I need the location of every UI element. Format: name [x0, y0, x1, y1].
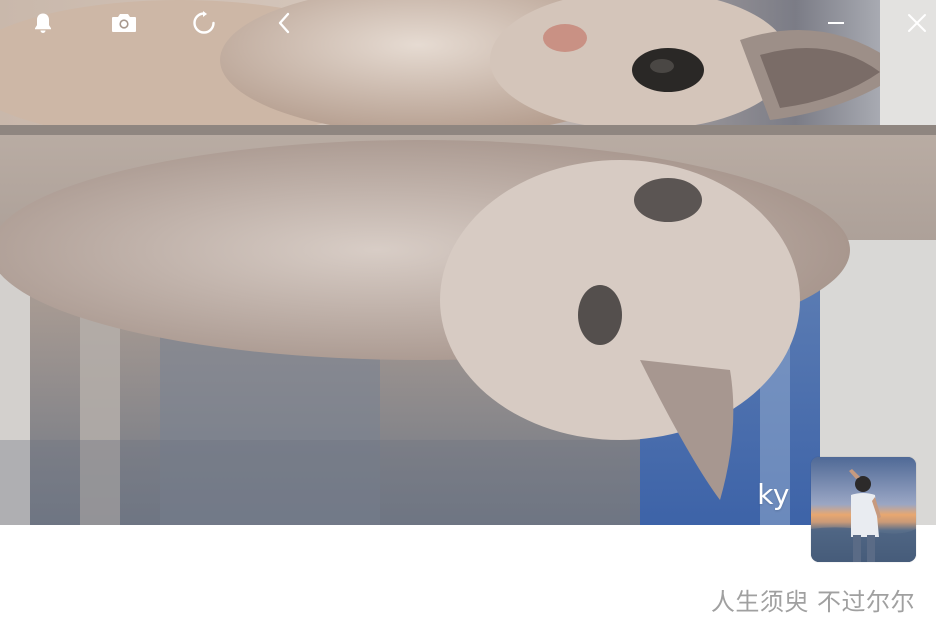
close-icon[interactable]	[901, 7, 933, 39]
back-chevron-icon[interactable]	[269, 7, 301, 39]
profile-name: ky	[757, 478, 790, 511]
bell-icon[interactable]	[27, 7, 59, 39]
minimize-icon[interactable]	[820, 7, 852, 39]
profile-signature: 人生须臾 不过尔尔	[710, 588, 915, 616]
camera-icon[interactable]	[108, 7, 140, 39]
refresh-icon[interactable]	[188, 7, 220, 39]
avatar[interactable]	[811, 457, 916, 562]
cover-photo[interactable]	[0, 0, 936, 525]
profile-card-window: ky 人生须臾 不过尔尔	[0, 0, 936, 636]
toolbar	[0, 0, 936, 46]
